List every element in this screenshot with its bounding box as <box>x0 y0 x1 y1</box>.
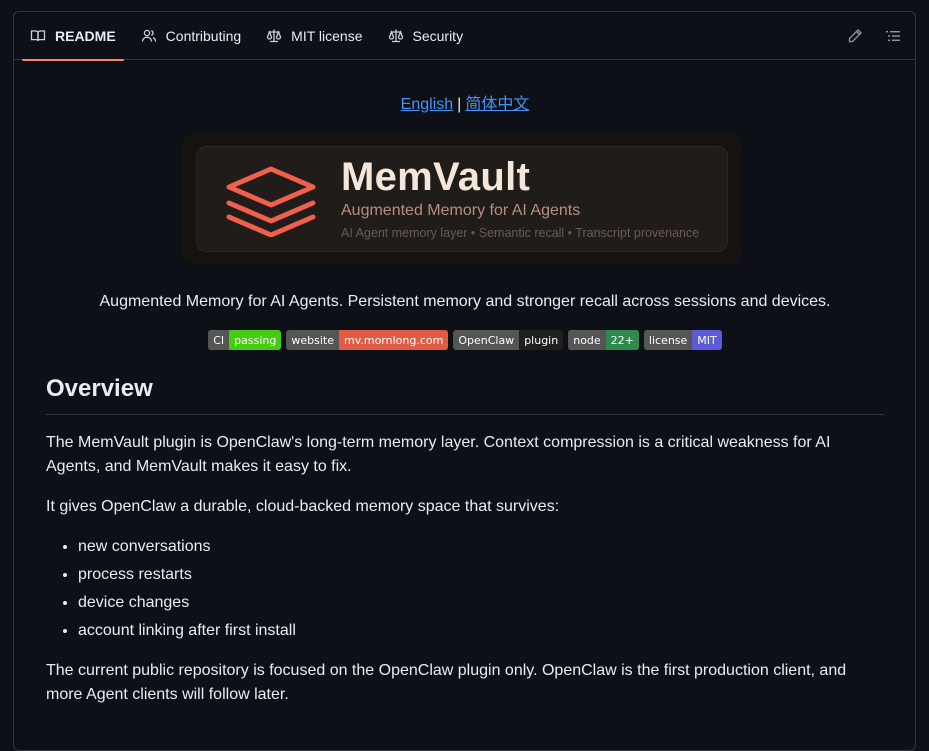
readme-panel: README Contributing MIT license Security <box>13 11 916 751</box>
badge-openclaw-value: plugin <box>519 330 564 350</box>
badge-ci[interactable]: CI passing <box>208 330 282 350</box>
badge-row: CI passing website mv.mornlong.com OpenCla… <box>46 330 884 350</box>
banner-image: MemVault Augmented Memory for AI Agents … <box>182 133 742 265</box>
tab-readme[interactable]: README <box>22 12 124 61</box>
banner-card: MemVault Augmented Memory for AI Agents … <box>196 146 728 252</box>
survives-list: new conversations process restarts devic… <box>46 535 884 643</box>
badge-license-value: MIT <box>692 330 722 350</box>
people-icon <box>141 28 157 44</box>
banner-title: MemVault <box>341 155 531 199</box>
badge-openclaw[interactable]: OpenClaw plugin <box>453 330 564 350</box>
list-item: device changes <box>78 591 884 615</box>
law-icon <box>266 28 282 44</box>
book-icon <box>30 28 46 44</box>
list-item: account linking after first install <box>78 619 884 643</box>
chinese-link[interactable]: 简体中文 <box>465 96 529 113</box>
tab-mit-license[interactable]: MIT license <box>258 12 370 60</box>
overview-heading: Overview <box>46 373 884 415</box>
badge-node[interactable]: node 22+ <box>568 330 639 350</box>
overview-paragraph-3: The current public repository is focused… <box>46 662 847 703</box>
badge-website-value: mv.mornlong.com <box>338 330 449 350</box>
list-item: new conversations <box>78 535 884 559</box>
language-separator: | <box>457 96 462 113</box>
overview-paragraph-2: It gives OpenClaw a durable, cloud-backe… <box>46 498 560 515</box>
badge-ci-value: passing <box>229 330 282 350</box>
tab-contributing-label: Contributing <box>165 27 242 44</box>
law-icon <box>388 28 404 44</box>
english-link[interactable]: English <box>401 96 453 113</box>
stack-logo-icon <box>226 166 316 237</box>
language-switcher: English | 简体中文 <box>46 95 884 115</box>
tab-security[interactable]: Security <box>380 12 472 60</box>
tab-security-label: Security <box>412 27 464 44</box>
project-tagline: Augmented Memory for AI Agents. Persiste… <box>99 293 831 310</box>
pencil-icon[interactable] <box>847 28 863 44</box>
readme-tabbar: README Contributing MIT license Security <box>14 12 915 61</box>
banner-tagline: AI Agent memory layer • Semantic recall … <box>341 226 700 240</box>
list-icon[interactable] <box>885 28 901 44</box>
readme-content: English | 简体中文 MemVault Augmented Memory f… <box>46 60 884 707</box>
badge-website[interactable]: website mv.mornlong.com <box>286 330 449 350</box>
banner-subtitle: Augmented Memory for AI Agents <box>341 202 581 219</box>
list-item: process restarts <box>78 563 884 587</box>
overview-paragraph-1: The MemVault plugin is OpenClaw's long-t… <box>46 434 831 475</box>
badge-node-value: 22+ <box>605 330 639 350</box>
tab-mit-license-label: MIT license <box>291 27 363 44</box>
badge-license[interactable]: license MIT <box>643 330 722 350</box>
tab-readme-label: README <box>55 27 116 44</box>
tab-contributing[interactable]: Contributing <box>133 12 250 60</box>
